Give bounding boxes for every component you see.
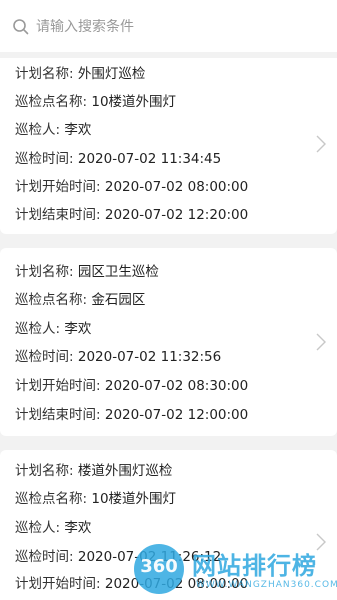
plan-start-label: 计划开始时间:: [15, 179, 101, 195]
plan-start-row: 计划开始时间: 2020-07-02 08:00:00: [15, 177, 248, 197]
plan-name-label: 计划名称:: [15, 463, 74, 479]
inspector-value: 李欢: [64, 321, 92, 337]
point-name-label: 巡检点名称:: [15, 292, 88, 308]
point-name-row: 巡检点名称: 10楼道外围灯: [15, 92, 176, 112]
plan-end-value: 2020-07-02 12:20:00: [104, 207, 249, 223]
plan-start-value: 2020-07-02 08:30:00: [104, 378, 249, 394]
plan-name-label: 计划名称:: [15, 66, 74, 82]
point-name-label: 巡检点名称:: [15, 94, 88, 110]
point-name-value: 金石园区: [91, 292, 146, 308]
inspection-time-label: 巡检时间:: [15, 151, 74, 167]
watermark-badge-text: 360: [140, 556, 178, 577]
watermark-title: 网站排行榜: [192, 552, 317, 580]
inspector-row: 巡检人: 李欢: [15, 319, 91, 339]
inspector-label: 巡检人:: [15, 122, 61, 138]
inspector-value: 李欢: [64, 520, 92, 536]
plan-start-value: 2020-07-02 08:00:00: [104, 179, 249, 195]
inspection-time-value: 2020-07-02 11:34:45: [77, 151, 222, 167]
plan-start-row: 计划开始时间: 2020-07-02 08:30:00: [15, 376, 248, 396]
inspector-label: 巡检人:: [15, 520, 61, 536]
plan-end-row: 计划结束时间: 2020-07-02 12:20:00: [15, 205, 248, 225]
plan-name-value: 园区卫生巡检: [77, 264, 159, 280]
watermark-logo: 360 网站排行榜 WWW.WANGZHAN360.COM: [134, 540, 337, 600]
inspector-label: 巡检人:: [15, 321, 61, 337]
plan-end-value: 2020-07-02 12:00:00: [104, 407, 249, 423]
chevron-right-icon[interactable]: [315, 332, 327, 352]
inspector-row: 巡检人: 李欢: [15, 120, 91, 140]
search-field[interactable]: [10, 13, 327, 41]
plan-start-label: 计划开始时间:: [15, 378, 101, 394]
plan-name-value: 楼道外围灯巡检: [77, 463, 173, 479]
search-icon: [13, 19, 29, 35]
watermark-subtitle: WWW.WANGZHAN360.COM: [196, 580, 337, 590]
inspection-time-value: 2020-07-02 11:32:56: [77, 349, 222, 365]
inspection-record-card[interactable]: 计划名称: 外围灯巡检 巡检点名称: 10楼道外围灯 巡检人: 李欢 巡检时间:…: [0, 58, 337, 234]
plan-end-label: 计划结束时间:: [15, 407, 101, 423]
point-name-value: 10楼道外围灯: [91, 491, 177, 507]
plan-name-row: 计划名称: 外围灯巡检: [15, 64, 145, 84]
plan-name-label: 计划名称:: [15, 264, 74, 280]
point-name-value: 10楼道外围灯: [91, 94, 177, 110]
plan-end-label: 计划结束时间:: [15, 207, 101, 223]
inspection-time-label: 巡检时间:: [15, 549, 74, 565]
plan-name-row: 计划名称: 园区卫生巡检: [15, 262, 159, 282]
plan-start-label: 计划开始时间:: [15, 576, 101, 592]
point-name-label: 巡检点名称:: [15, 491, 88, 507]
inspection-time-row: 巡检时间: 2020-07-02 11:32:56: [15, 347, 221, 367]
inspector-row: 巡检人: 李欢: [15, 518, 91, 538]
inspection-record-card[interactable]: 计划名称: 园区卫生巡检 巡检点名称: 金石园区 巡检人: 李欢 巡检时间: 2…: [0, 248, 337, 436]
inspection-time-label: 巡检时间:: [15, 349, 74, 365]
plan-name-value: 外围灯巡检: [77, 66, 146, 82]
inspection-time-row: 巡检时间: 2020-07-02 11:34:45: [15, 149, 221, 169]
point-name-row: 巡检点名称: 10楼道外围灯: [15, 489, 176, 509]
plan-end-row: 计划结束时间: 2020-07-02 12:00:00: [15, 405, 248, 425]
inspector-value: 李欢: [64, 122, 92, 138]
plan-name-row: 计划名称: 楼道外围灯巡检: [15, 461, 172, 481]
chevron-right-icon[interactable]: [315, 134, 327, 154]
search-bar: [0, 0, 337, 52]
point-name-row: 巡检点名称: 金石园区: [15, 290, 145, 310]
search-input[interactable]: [36, 19, 296, 35]
